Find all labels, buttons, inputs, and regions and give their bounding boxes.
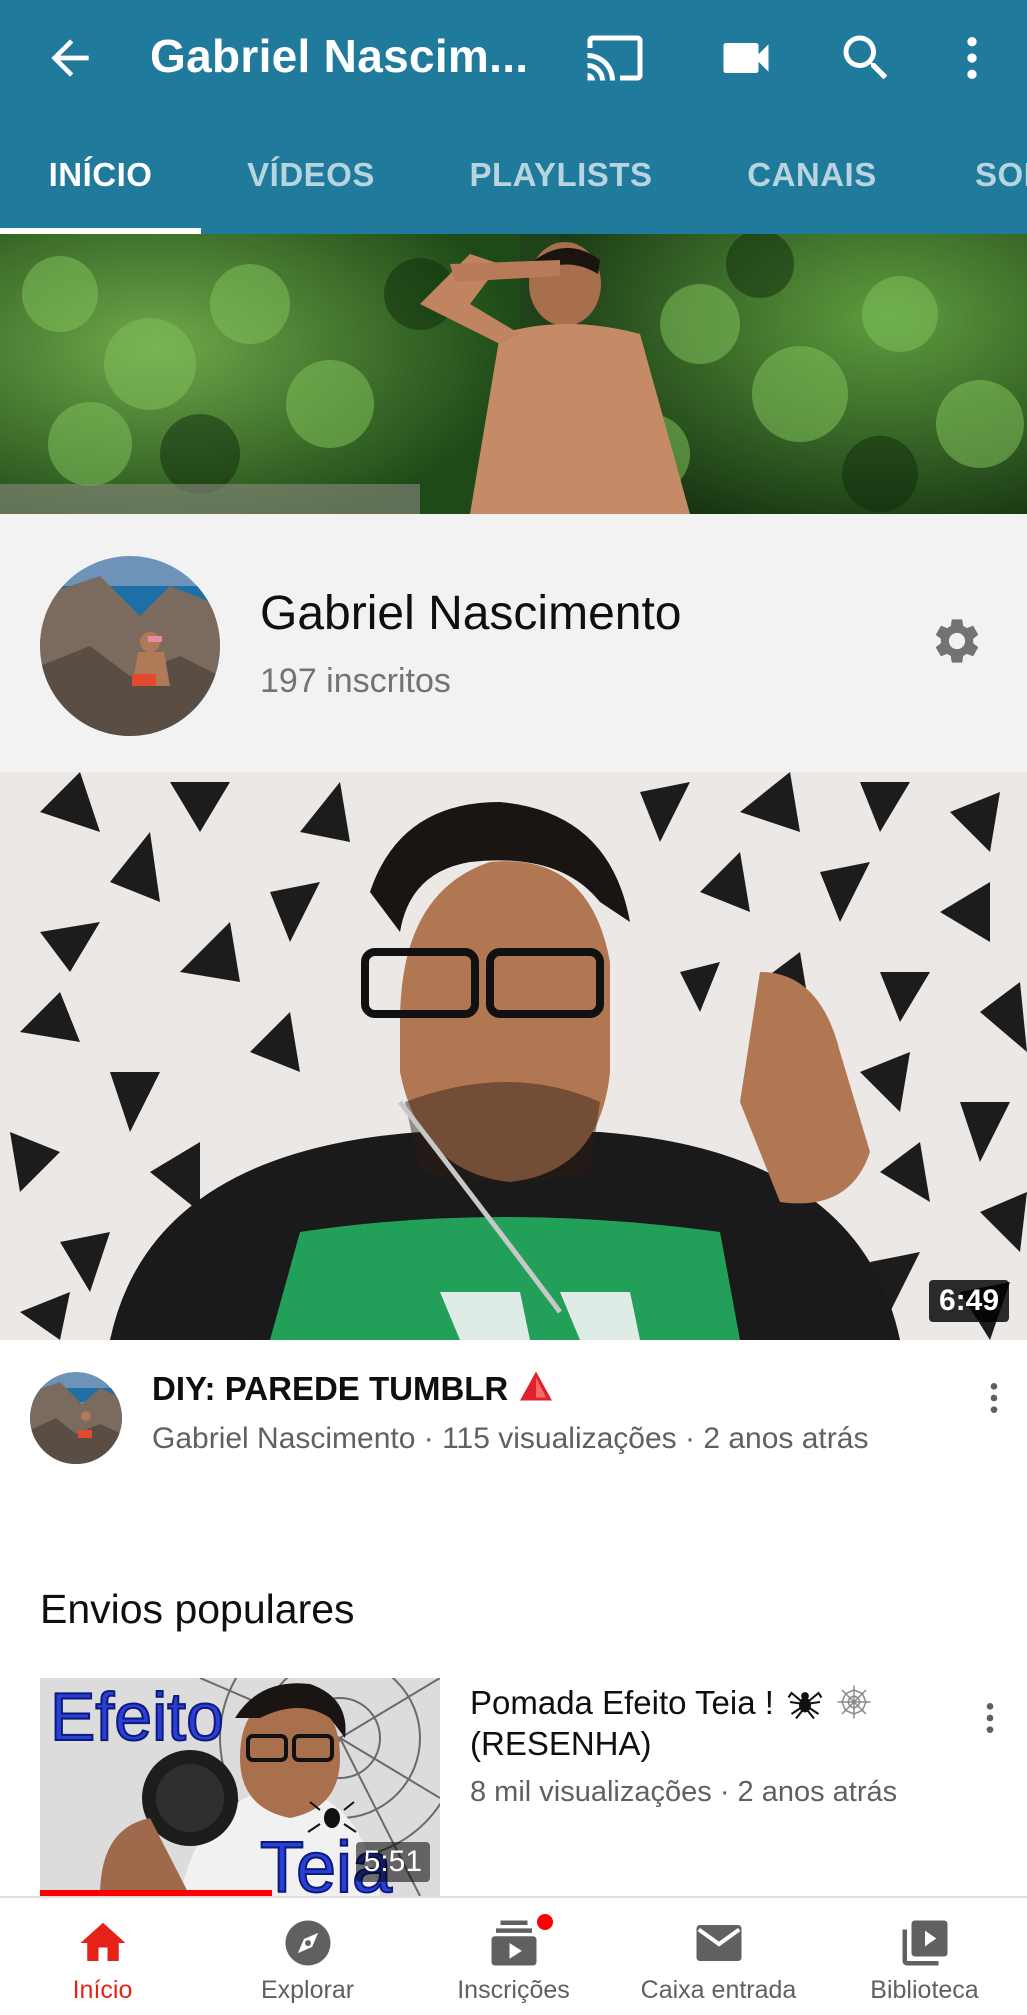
popular-video-title-suffix: (RESENHA) (470, 1725, 652, 1762)
popular-video-thumbnail[interactable]: Efeito Teia 5:51 (40, 1678, 440, 1896)
nav-label-inscricoes: Inscrições (457, 1976, 570, 2004)
tab-inicio[interactable]: INÍCIO (0, 112, 201, 234)
tab-videos[interactable]: VÍDEOS (221, 112, 401, 234)
popular-video-title-text: Pomada Efeito Teia ! (470, 1684, 774, 1721)
video-channel-avatar[interactable] (30, 1372, 122, 1464)
channel-avatar[interactable] (40, 556, 220, 736)
video-duration: 6:49 (928, 1280, 1009, 1322)
nav-label-inicio: Início (72, 1976, 133, 2004)
red-triangle-icon (520, 1371, 553, 1401)
back-arrow-icon[interactable] (42, 30, 98, 86)
notification-badge (535, 1912, 555, 1932)
list-item[interactable]: Efeito Teia 5:51 Pomada Efeito Teia ! (R… (0, 1676, 1027, 1896)
spider-web-icon (837, 1685, 871, 1719)
app-bar: Gabriel Nascim... (0, 0, 1027, 112)
featured-video-details[interactable]: DIY: PAREDE TUMBLR Gabriel Nascimento · … (0, 1340, 1027, 1500)
featured-video-title-text: DIY: PAREDE TUMBLR (152, 1370, 509, 1407)
channel-name: Gabriel Nascimento (260, 587, 682, 640)
subscriptions-icon (487, 1916, 541, 1970)
nav-item-biblioteca[interactable]: Biblioteca (822, 1898, 1027, 2015)
video-more-icon[interactable] (974, 1374, 1014, 1422)
nav-item-caixa-entrada[interactable]: Caixa entrada (616, 1898, 821, 2015)
nav-label-explorar: Explorar (260, 1976, 355, 2004)
channel-tabs: INÍCIO VÍDEOS PLAYLISTS CANAIS SOBRE (0, 112, 1027, 234)
featured-video-meta: Gabriel Nascimento · 115 visualizações ·… (152, 1422, 869, 1455)
tab-playlists[interactable]: PLAYLISTS (450, 112, 672, 234)
bottom-navigation: Início Explorar Inscrições Caixa entrada… (0, 1896, 1027, 2015)
app-bar-title: Gabriel Nascim... (150, 30, 529, 82)
gear-icon[interactable] (930, 614, 984, 668)
popular-video-meta: 8 mil visualizações · 2 anos atrás (470, 1776, 898, 1808)
nav-item-inscricoes[interactable]: Inscrições (411, 1898, 616, 2015)
nav-label-biblioteca: Biblioteca (870, 1976, 979, 2004)
cast-icon[interactable] (585, 28, 645, 88)
popular-section-title: Envios populares (40, 1586, 355, 1632)
popular-video-title[interactable]: Pomada Efeito Teia ! (RESENHA) (470, 1682, 950, 1764)
nav-label-caixa-entrada: Caixa entrada (640, 1976, 797, 2004)
nav-item-explorar[interactable]: Explorar (205, 1898, 410, 2015)
nav-item-inicio[interactable]: Início (0, 1898, 205, 2015)
home-icon (76, 1916, 130, 1970)
featured-video-thumbnail[interactable]: 6:49 (0, 772, 1027, 1340)
channel-banner (0, 234, 1027, 514)
channel-header: Gabriel Nascimento 197 inscritos (0, 514, 1027, 772)
tab-canais[interactable]: CANAIS (722, 112, 902, 234)
mail-icon (692, 1916, 746, 1970)
featured-video-title[interactable]: DIY: PAREDE TUMBLR (152, 1370, 554, 1408)
compass-icon (281, 1916, 335, 1970)
spider-icon (787, 1691, 823, 1720)
library-icon (898, 1916, 952, 1970)
video-camera-icon[interactable] (716, 28, 776, 88)
tab-sobre[interactable]: SOBRE (975, 112, 1027, 234)
search-icon[interactable] (836, 28, 896, 88)
popular-video-more-icon[interactable] (970, 1694, 1010, 1742)
subscriber-count: 197 inscritos (260, 662, 451, 700)
more-vert-icon[interactable] (944, 28, 1000, 88)
popular-video-duration: 5:51 (355, 1842, 430, 1882)
thumb-text-top: Efeito (50, 1679, 224, 1755)
